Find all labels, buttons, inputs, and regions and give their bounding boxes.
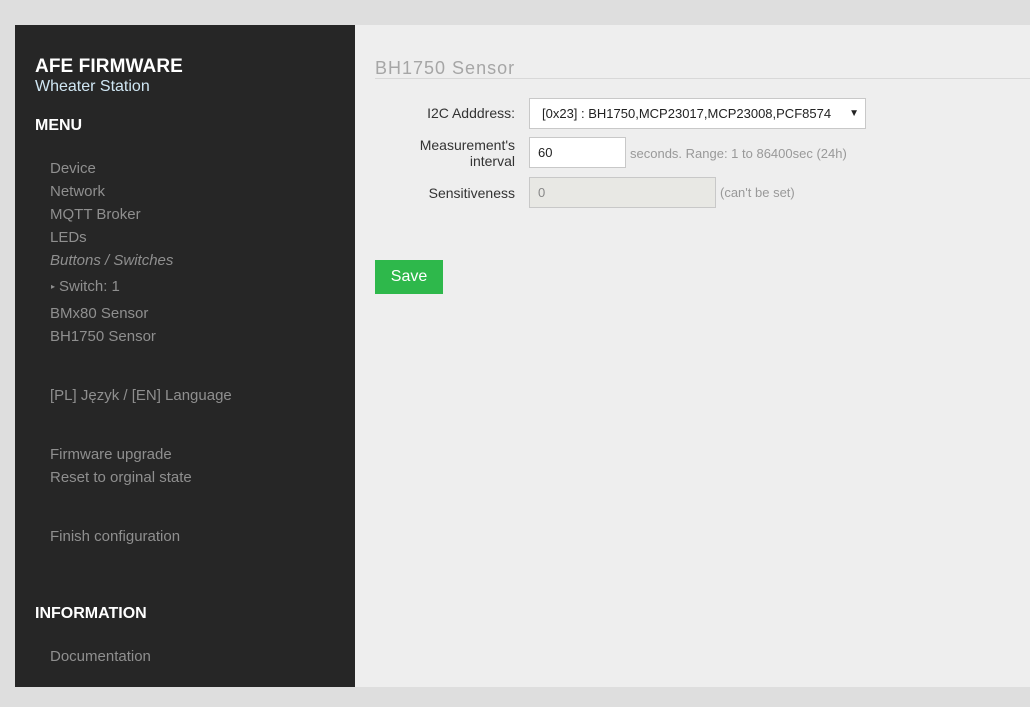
interval-label-line-2: interval bbox=[469, 153, 515, 169]
sidebar-item-bmx80-sensor[interactable]: BMx80 Sensor bbox=[50, 305, 148, 322]
sidebar-group-buttons-switches: Buttons / Switches bbox=[50, 252, 174, 269]
information-heading: INFORMATION bbox=[35, 605, 147, 622]
sidebar-item-switch-1[interactable]: ▸ Switch: 1 bbox=[51, 278, 120, 295]
interval-hint: seconds. Range: 1 to 86400sec (24h) bbox=[630, 146, 847, 161]
sidebar: AFE FIRMWARE Wheater Station MENU Device… bbox=[15, 25, 355, 687]
brand-title: AFE FIRMWARE bbox=[35, 56, 183, 77]
sidebar-item-finish-configuration[interactable]: Finish configuration bbox=[50, 528, 180, 545]
sensitiveness-hint: (can't be set) bbox=[720, 185, 795, 200]
sidebar-item-bh1750-sensor[interactable]: BH1750 Sensor bbox=[50, 328, 156, 345]
i2c-address-label: I2C Adddress: bbox=[427, 105, 515, 121]
sidebar-item-label: Switch: 1 bbox=[59, 278, 120, 295]
save-button[interactable]: Save bbox=[375, 260, 443, 294]
menu-heading: MENU bbox=[35, 117, 83, 134]
sidebar-item-reset[interactable]: Reset to orginal state bbox=[50, 469, 192, 486]
dropdown-caret-icon: ▼ bbox=[849, 108, 859, 119]
sensitiveness-label: Sensitiveness bbox=[428, 185, 515, 201]
main-content: BH1750 Sensor I2C Adddress: [0x23] : BH1… bbox=[355, 25, 1030, 687]
title-divider bbox=[375, 78, 1030, 79]
interval-label: Measurement's interval bbox=[360, 137, 515, 169]
sidebar-item-network[interactable]: Network bbox=[50, 183, 105, 200]
page-title: BH1750 Sensor bbox=[375, 58, 516, 78]
i2c-address-select[interactable]: [0x23] : BH1750,MCP23017,MCP23008,PCF857… bbox=[529, 98, 866, 129]
interval-label-line-1: Measurement's bbox=[419, 137, 515, 153]
sidebar-item-device[interactable]: Device bbox=[50, 160, 96, 177]
interval-input[interactable]: 60 bbox=[529, 137, 626, 168]
sidebar-item-language[interactable]: [PL] Język / [EN] Language bbox=[50, 387, 232, 404]
i2c-address-value: [0x23] : BH1750,MCP23017,MCP23008,PCF857… bbox=[542, 106, 832, 121]
bullet-arrow-icon: ▸ bbox=[51, 282, 56, 291]
sensitiveness-input: 0 bbox=[529, 177, 716, 208]
brand-subtitle: Wheater Station bbox=[35, 78, 150, 95]
app-frame: AFE FIRMWARE Wheater Station MENU Device… bbox=[15, 25, 1030, 687]
sidebar-item-firmware-upgrade[interactable]: Firmware upgrade bbox=[50, 446, 172, 463]
sidebar-item-mqtt-broker[interactable]: MQTT Broker bbox=[50, 206, 141, 223]
sidebar-item-leds[interactable]: LEDs bbox=[50, 229, 87, 246]
sidebar-item-documentation[interactable]: Documentation bbox=[50, 648, 151, 665]
